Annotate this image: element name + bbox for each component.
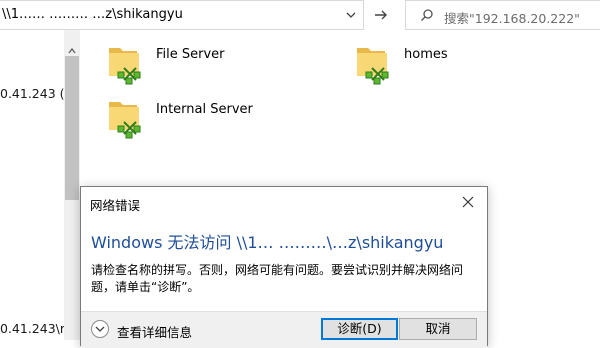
- search-placeholder[interactable]: 搜索"192.168.20.222": [444, 8, 580, 27]
- dialog-title: 网络错误: [90, 198, 141, 213]
- address-path[interactable]: \\1…… ……… …z\shikangyu: [2, 7, 183, 22]
- diagnose-button[interactable]: 诊断(D): [321, 318, 398, 340]
- navigation-pane: 0.41.243 (fil 0.41.243\rec: [0, 30, 64, 340]
- folder-item[interactable]: Internal Server: [104, 96, 264, 142]
- see-details-label: 查看详细信息: [117, 325, 193, 340]
- address-bar[interactable]: \\1…… ……… …z\shikangyu: [0, 0, 364, 30]
- scroll-up-icon[interactable]: [68, 40, 76, 54]
- toolbar: \\1…… ……… …z\shikangyu 搜索"192.168.20.222…: [0, 0, 600, 32]
- go-button[interactable]: [368, 2, 394, 28]
- folder-item[interactable]: File Server: [104, 42, 244, 88]
- arrow-right-icon: [368, 8, 394, 22]
- folder-item[interactable]: homes: [352, 42, 472, 88]
- dialog-heading: Windows 无法访问 \\1… ………\…z\shikangyu: [91, 233, 444, 252]
- folder-label: Internal Server: [156, 102, 253, 117]
- scrollbar-thumb[interactable]: [65, 56, 79, 200]
- folder-label: homes: [404, 47, 448, 62]
- network-folder-icon: [104, 42, 144, 86]
- dialog-footer: 查看详细信息 诊断(D) 取消: [81, 311, 487, 348]
- nav-scrollbar[interactable]: [64, 30, 80, 340]
- chevron-down-icon: [91, 320, 109, 338]
- close-icon[interactable]: [461, 194, 475, 208]
- nav-item-fileserver[interactable]: 0.41.243 (fil: [0, 86, 64, 101]
- network-folder-icon: [104, 96, 144, 140]
- chevron-down-icon[interactable]: [344, 8, 358, 22]
- folder-label: File Server: [156, 47, 225, 62]
- search-icon: [420, 8, 434, 22]
- network-folder-icon: [352, 42, 392, 86]
- nav-item-rec[interactable]: 0.41.243\rec: [0, 321, 64, 336]
- dialog-message: 请检查名称的拼写。否则，网络可能有问题。要尝试识别并解决网络问题，请单击“诊断”…: [91, 263, 464, 294]
- search-box[interactable]: 搜索"192.168.20.222": [405, 0, 600, 30]
- cancel-button[interactable]: 取消: [399, 318, 477, 340]
- network-error-dialog: 网络错误 Windows 无法访问 \\1… ………\…z\shikangyu …: [80, 186, 488, 348]
